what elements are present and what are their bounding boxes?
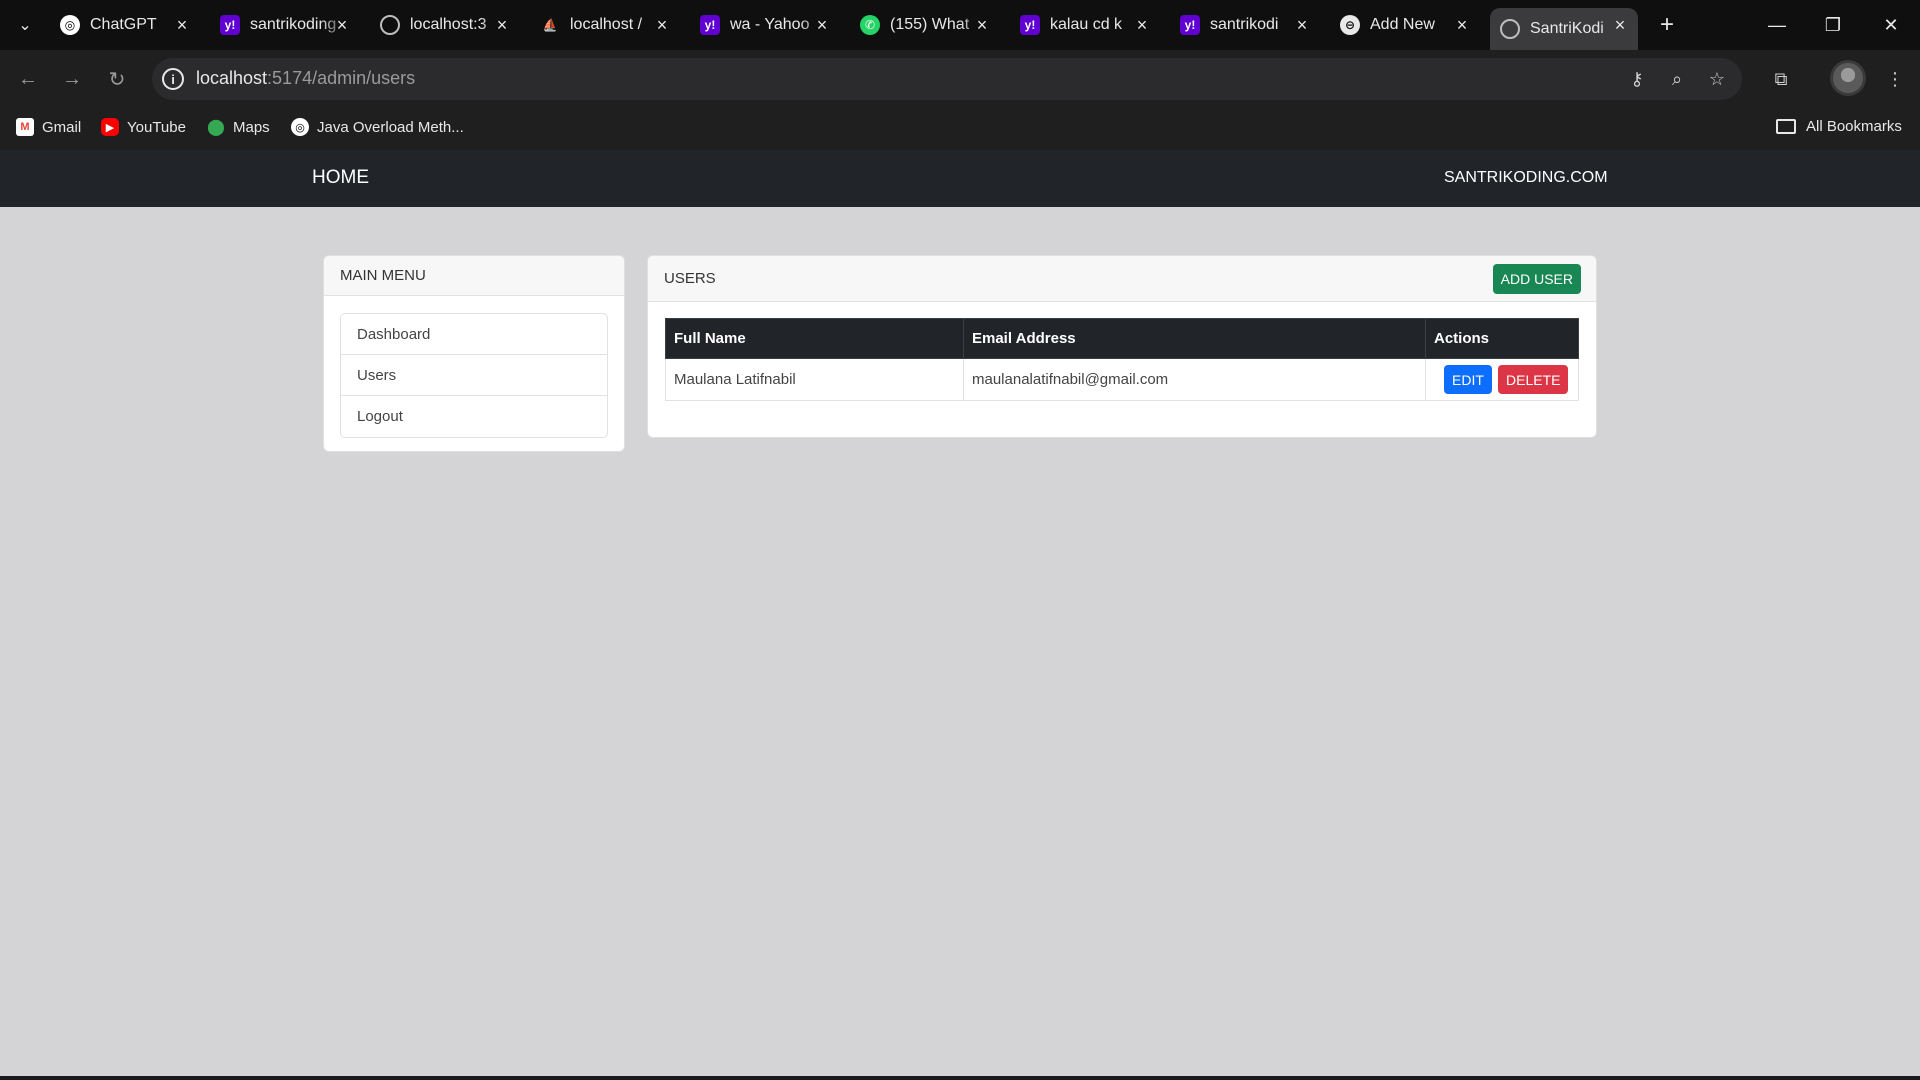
reload-icon[interactable]: ↻ [102,64,132,94]
browser-tab[interactable]: ⛵ localhost / × [530,8,680,42]
browser-tab[interactable]: y! kalau cd k × [1010,8,1160,42]
yahoo-icon: y! [1180,15,1200,35]
profile-avatar[interactable] [1830,60,1866,96]
key-icon[interactable]: ⚷ [1624,66,1650,92]
address-bar[interactable]: i localhost:5174/admin/users ⚷ ⌕ ☆ [152,58,1742,100]
browser-toolbar: ← → ↻ i localhost:5174/admin/users ⚷ ⌕ ☆… [0,50,1920,108]
menu-item-logout[interactable]: Logout [341,396,607,437]
bottom-edge-bar [0,1076,1920,1080]
bookmarks-bar: M Gmail ▶ YouTube ⬤ Maps ◎ Java Overload… [0,108,1920,150]
phpmyadmin-icon: ⛵ [542,18,558,32]
bookmark-label: YouTube [127,118,186,136]
menu-item-dashboard[interactable]: Dashboard [341,314,607,355]
add-user-button[interactable]: ADD USER [1492,264,1581,294]
browser-tab-strip: ⌄ ◎ ChatGPT × y! santrikoding × localhos… [0,0,1920,50]
bookmark-youtube[interactable]: ▶ YouTube [101,118,186,136]
restore-icon[interactable]: ❐ [1818,10,1848,40]
close-icon[interactable]: × [1452,15,1472,35]
browser-tab[interactable]: ◎ ChatGPT × [50,8,200,42]
globe-icon [380,15,400,35]
home-link[interactable]: HOME [312,167,369,189]
users-table: Full Name Email Address Actions Maulana … [665,318,1579,401]
column-header-actions: Actions [1425,318,1579,359]
menu-item-users[interactable]: Users [341,355,607,396]
chatgpt-icon: ◎ [291,118,309,136]
browser-tab[interactable]: localhost:3 × [370,8,520,42]
main-menu-card: MAIN MENU Dashboard Users Logout [323,255,625,452]
back-arrow-icon[interactable]: ← [13,64,43,94]
bookmark-label: Java Overload Meth... [317,118,464,136]
close-icon[interactable]: × [172,15,192,35]
folder-icon [1776,119,1796,134]
cell-full-name: Maulana Latifnabil [665,358,964,401]
cell-email: maulanalatifnabil@gmail.com [963,358,1426,401]
url-host: localhost [196,68,268,88]
column-header-full-name: Full Name [665,318,964,359]
yahoo-icon: y! [700,15,720,35]
browser-tab-active[interactable]: SantriKodi × [1490,8,1638,50]
all-bookmarks[interactable]: All Bookmarks [1776,118,1902,135]
bookmark-maps[interactable]: ⬤ Maps [207,118,270,137]
add-new-icon: ⊖ [1340,15,1360,35]
extensions-icon[interactable]: ⧉ [1766,64,1796,94]
globe-icon [1500,19,1520,39]
zoom-icon[interactable]: ⌕ [1664,66,1690,92]
browser-tab[interactable]: y! santrikoding × [210,8,360,42]
chatgpt-icon: ◎ [60,15,80,35]
site-info-icon[interactable]: i [162,68,184,90]
forward-arrow-icon[interactable]: → [57,64,87,94]
browser-tab[interactable]: ⊖ Add New × [1330,8,1480,42]
users-title: USERS [664,270,716,287]
close-icon[interactable]: × [972,15,992,35]
menu-list: Dashboard Users Logout [340,313,608,438]
gmail-icon: M [16,118,34,136]
brand-link[interactable]: SANTRIKODING.COM [1444,169,1608,187]
bookmark-label: Gmail [42,118,82,136]
delete-button[interactable]: DELETE [1498,365,1569,394]
whatsapp-icon: ✆ [860,15,880,35]
close-icon[interactable]: × [1610,15,1630,35]
maps-icon: ⬤ [207,119,225,136]
close-icon[interactable]: × [492,15,512,35]
browser-tab[interactable]: y! wa - Yahoo × [690,8,840,42]
new-tab-plus-icon[interactable]: + [1652,10,1682,40]
browser-tab[interactable]: ✆ (155) What × [850,8,1000,42]
close-icon[interactable]: × [652,15,672,35]
tab-search-chevron-icon[interactable]: ⌄ [12,12,38,38]
edit-button[interactable]: EDIT [1444,365,1492,394]
bookmark-java-overload[interactable]: ◎ Java Overload Meth... [291,118,464,136]
star-icon[interactable]: ☆ [1704,66,1730,92]
bookmark-label: Maps [233,118,270,136]
yahoo-icon: y! [1020,15,1040,35]
users-card: USERS ADD USER Full Name Email Address A… [647,255,1597,438]
app-navbar: HOME SANTRIKODING.COM [0,150,1920,207]
table-row: Maulana Latifnabil maulanalatifnabil@gma… [665,358,1579,401]
close-icon[interactable]: × [1292,15,1312,35]
url-text[interactable]: localhost:5174/admin/users [196,68,415,89]
main-menu-title: MAIN MENU [324,256,624,296]
kebab-menu-icon[interactable]: ⋮ [1880,64,1910,94]
column-header-email: Email Address [963,318,1426,359]
close-icon[interactable]: × [332,15,352,35]
close-icon[interactable]: × [812,15,832,35]
close-icon[interactable]: × [1132,15,1152,35]
all-bookmarks-label: All Bookmarks [1806,118,1902,135]
minimize-icon[interactable]: — [1762,10,1792,40]
youtube-icon: ▶ [101,118,119,136]
bookmark-gmail[interactable]: M Gmail [16,118,81,136]
users-card-header: USERS ADD USER [648,256,1596,302]
yahoo-icon: y! [220,15,240,35]
url-path: :5174/admin/users [267,68,416,88]
window-close-icon[interactable]: ✕ [1876,10,1906,40]
browser-tab[interactable]: y! santrikodi × [1170,8,1320,42]
cell-actions: EDIT DELETE [1425,358,1579,401]
table-header-row: Full Name Email Address Actions [665,318,1579,359]
